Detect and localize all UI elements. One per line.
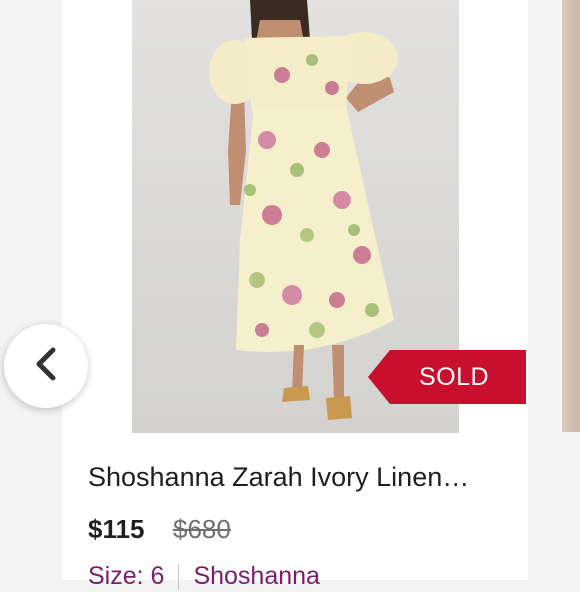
meta-divider [178,564,180,591]
previous-listing-button[interactable] [4,324,88,408]
size-label: Size: 6 [88,562,165,590]
sold-badge-label: SOLD [418,362,490,391]
listing-title[interactable]: Shoshanna Zarah Ivory Linen… [88,462,518,493]
listing-meta: Size: 6 Shoshanna [88,562,320,592]
sold-badge: SOLD [368,350,526,404]
original-price: $680 [173,514,231,544]
listing-price: $115 [88,514,145,544]
next-listing-photo-peek[interactable] [562,0,580,432]
chevron-left-icon [31,344,61,389]
brand-link[interactable]: Shoshanna [193,562,320,590]
